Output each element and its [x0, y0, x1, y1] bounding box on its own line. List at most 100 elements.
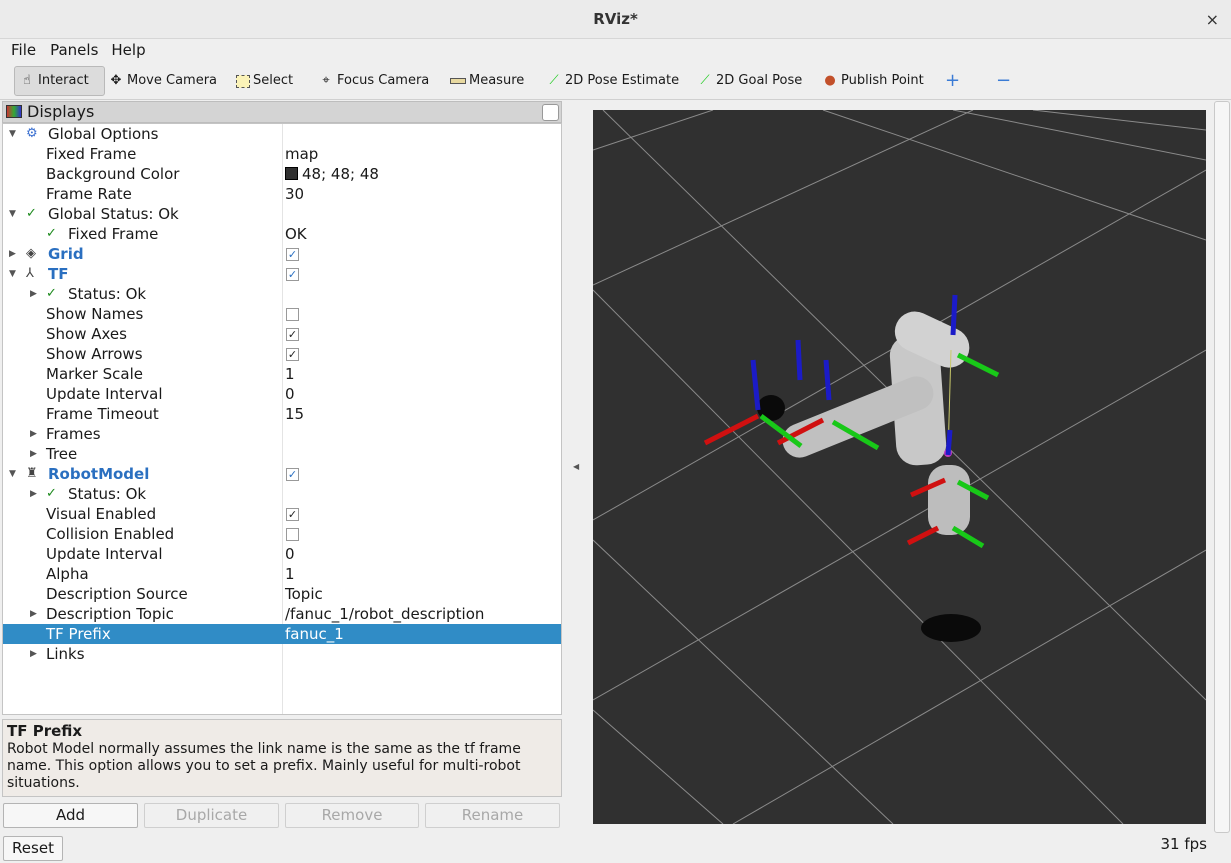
check-icon: ✓	[46, 286, 57, 301]
focus-camera-tool[interactable]: ⌖ Focus Camera	[318, 66, 429, 96]
tree-row[interactable]: ▼ ⅄ TF ✓	[3, 264, 561, 284]
tree-row[interactable]: Update Interval 0	[3, 384, 561, 404]
row-value-text: Topic	[285, 585, 323, 603]
checkbox[interactable]: ✓	[286, 268, 299, 281]
interact-tool[interactable]: ☝ Interact	[14, 66, 105, 96]
row-value: 1	[285, 364, 295, 384]
row-label: Collision Enabled	[46, 525, 175, 543]
tree-row[interactable]: Update Interval 0	[3, 544, 561, 564]
window-title: RViz*	[593, 10, 638, 28]
reset-button[interactable]: Reset	[3, 836, 63, 861]
tree-row[interactable]: Frame Rate 30	[3, 184, 561, 204]
expander-icon[interactable]: ▶	[30, 284, 37, 304]
tree-row[interactable]: TF Prefix fanuc_1	[3, 624, 561, 644]
row-label: Show Names	[46, 305, 144, 323]
add-tool-button[interactable]: +	[945, 66, 960, 96]
row-label: Status: Ok	[68, 485, 147, 503]
remove-tool-button[interactable]: −	[996, 66, 1011, 96]
tree-row[interactable]: Visual Enabled ✓	[3, 504, 561, 524]
tree-row[interactable]: ▶ Description Topic/fanuc_1/robot_descrip…	[3, 604, 561, 624]
row-label: Frames	[46, 425, 101, 443]
displays-tree[interactable]: ▼ ⚙ Global Options Fixed Frame map Background…	[2, 123, 562, 715]
expander-icon[interactable]: ▶	[9, 244, 16, 264]
measure-tool[interactable]: Measure	[450, 66, 524, 96]
checkbox[interactable]: ✓	[286, 468, 299, 481]
row-label: Description Source	[46, 585, 188, 603]
row-label: Update Interval	[46, 385, 163, 403]
rename-button[interactable]: Rename	[425, 803, 560, 828]
checkbox[interactable]: ✓	[286, 248, 299, 261]
publish-point-tool[interactable]: ● Publish Point	[822, 66, 924, 96]
publish-point-label: Publish Point	[841, 73, 924, 88]
pose-estimate-tool[interactable]: ⟋ 2D Pose Estimate	[546, 66, 679, 96]
tree-row[interactable]: ✓ Fixed Frame OK	[3, 224, 561, 244]
duplicate-button[interactable]: Duplicate	[144, 803, 279, 828]
interact-label: Interact	[38, 73, 89, 88]
menu-panels[interactable]: Panels	[36, 39, 98, 61]
collapse-left-icon[interactable]: ◀	[573, 462, 579, 471]
row-label: Frame Rate	[46, 185, 132, 203]
row-label: Show Arrows	[46, 345, 143, 363]
row-value[interactable]: fanuc_1	[285, 624, 344, 644]
expander-icon[interactable]: ▶	[30, 644, 37, 664]
tree-row[interactable]: ▶ ✓ Status: Ok	[3, 484, 561, 504]
menu-help[interactable]: Help	[98, 39, 145, 61]
robot-icon: ♜	[26, 466, 38, 481]
tree-row[interactable]: Description Source Topic	[3, 584, 561, 604]
select-tool[interactable]: Select	[236, 66, 293, 96]
tree-row[interactable]: Alpha 1	[3, 564, 561, 584]
checkbox[interactable]: ✓	[286, 348, 299, 361]
checkbox[interactable]: ✓	[286, 328, 299, 341]
move-icon: ✥	[110, 73, 122, 88]
row-value-text: 0	[285, 385, 295, 403]
expander-icon[interactable]: ▶	[30, 604, 37, 624]
tree-row[interactable]: ▼ ✓ Global Status: Ok	[3, 204, 561, 224]
menu-bar: File Panels Help	[0, 39, 1231, 61]
tree-row[interactable]: Frame Timeout 15	[3, 404, 561, 424]
expander-icon[interactable]: ▶	[30, 484, 37, 504]
goal-pose-tool[interactable]: ⟋ 2D Goal Pose	[697, 66, 802, 96]
color-swatch[interactable]	[285, 167, 298, 180]
tree-row[interactable]: ▶ ✓ Status: Ok	[3, 284, 561, 304]
measure-label: Measure	[469, 73, 525, 88]
grid	[593, 110, 1206, 824]
expander-icon[interactable]: ▼	[9, 204, 16, 224]
tree-row[interactable]: ▶ Frames	[3, 424, 561, 444]
panel-float-button[interactable]	[542, 104, 559, 121]
3d-viewport[interactable]	[593, 110, 1206, 824]
tree-row[interactable]: Background Color 48; 48; 48	[3, 164, 561, 184]
tree-row[interactable]: ▼ ⚙ Global Options	[3, 124, 561, 144]
displays-title: Displays	[27, 102, 95, 121]
checkbox[interactable]	[286, 308, 299, 321]
row-label: Tree	[46, 445, 78, 463]
close-icon[interactable]: ×	[1206, 0, 1219, 39]
tree-row[interactable]: Show Names	[3, 304, 561, 324]
tree-row[interactable]: Show Axes ✓	[3, 324, 561, 344]
expander-icon[interactable]: ▼	[9, 464, 16, 484]
tree-row[interactable]: ▶ ◈ Grid ✓	[3, 244, 561, 264]
right-dock-scrollbar[interactable]	[1214, 101, 1230, 833]
remove-button[interactable]: Remove	[285, 803, 419, 828]
tree-row[interactable]: ▶ Links	[3, 644, 561, 664]
row-value-text: /fanuc_1/robot_description	[285, 605, 485, 623]
row-label: Grid	[48, 245, 84, 263]
tree-row[interactable]: Collision Enabled	[3, 524, 561, 544]
expander-icon[interactable]: ▶	[30, 424, 37, 444]
tree-row[interactable]: ▶ Tree	[3, 444, 561, 464]
crosshair-icon: ⌖	[322, 73, 330, 88]
menu-file[interactable]: File	[0, 39, 36, 61]
tree-row[interactable]: Fixed Frame map	[3, 144, 561, 164]
expander-icon[interactable]: ▼	[9, 264, 16, 284]
tree-row[interactable]: ▼ ♜ RobotModel ✓	[3, 464, 561, 484]
tree-row[interactable]: Marker Scale 1	[3, 364, 561, 384]
add-button[interactable]: Add	[3, 803, 138, 828]
expander-icon[interactable]: ▶	[30, 444, 37, 464]
row-value: 0	[285, 544, 295, 564]
move-camera-tool[interactable]: ✥ Move Camera	[108, 66, 217, 96]
checkbox[interactable]	[286, 528, 299, 541]
tree-row[interactable]: Show Arrows ✓	[3, 344, 561, 364]
checkbox[interactable]: ✓	[286, 508, 299, 521]
expander-icon[interactable]: ▼	[9, 124, 16, 144]
row-label: RobotModel	[48, 465, 150, 483]
row-value: Topic	[285, 584, 323, 604]
